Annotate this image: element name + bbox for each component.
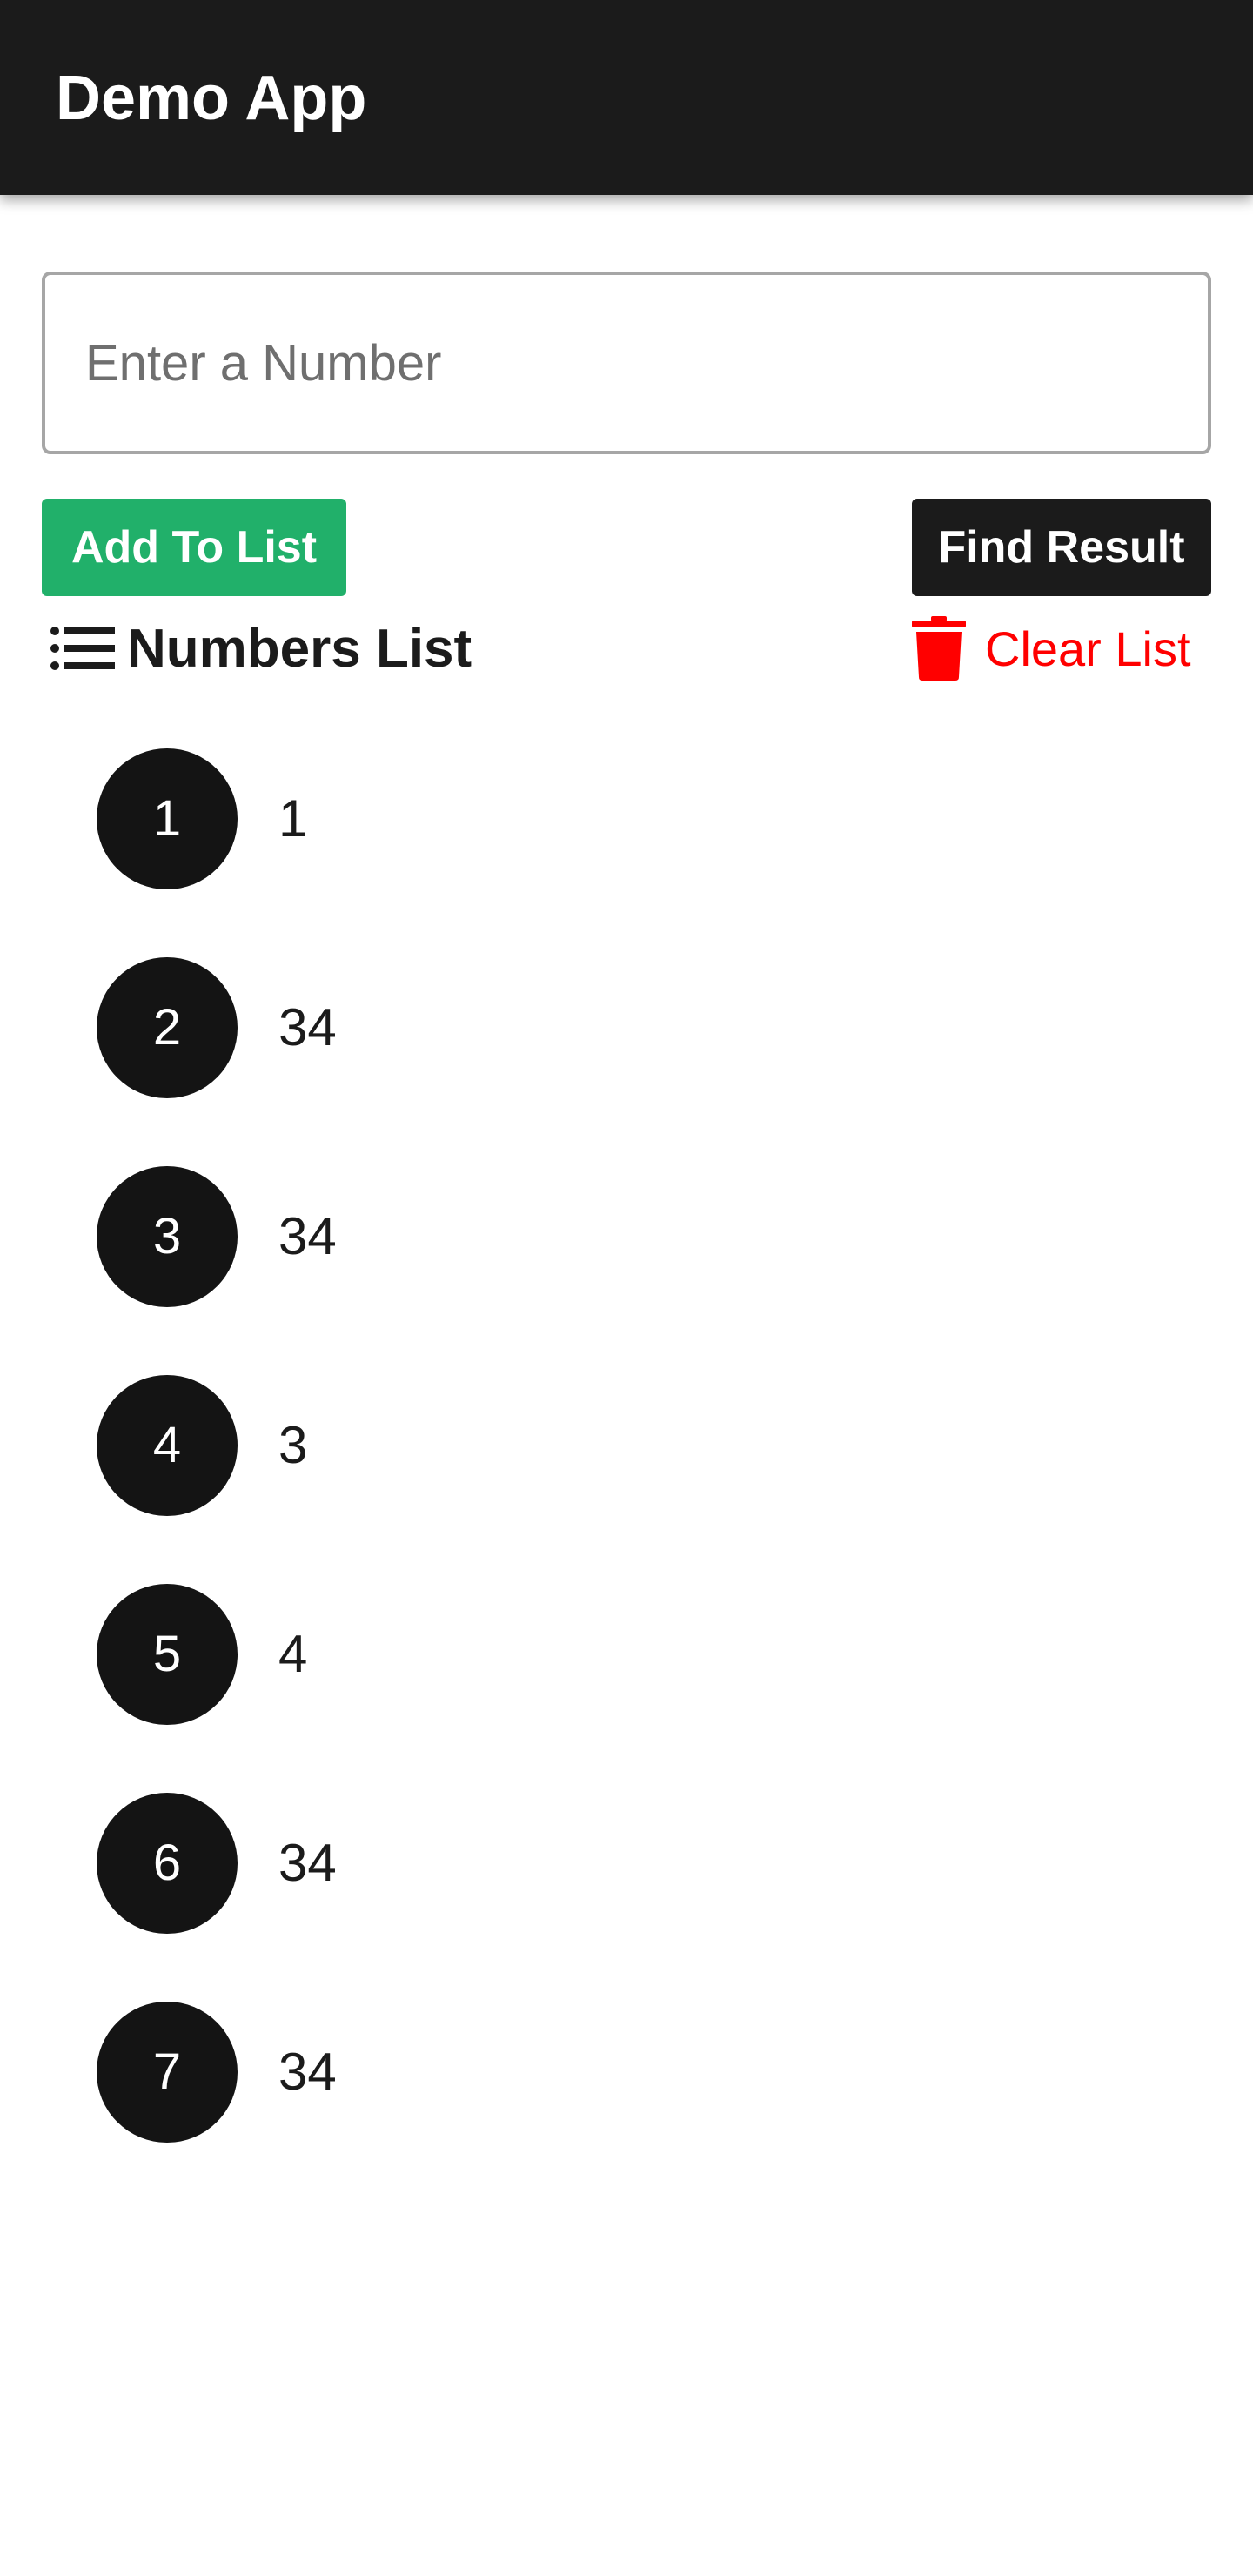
list-item: 7 34 — [0, 2002, 1253, 2210]
find-result-button[interactable]: Find Result — [912, 499, 1211, 596]
number-input[interactable] — [42, 272, 1211, 454]
numbers-list-header: Numbers List — [50, 609, 472, 688]
clear-list-button[interactable]: Clear List — [912, 609, 1191, 688]
list-item: 6 34 — [0, 1793, 1253, 2002]
list-item: 4 3 — [0, 1375, 1253, 1584]
list-item-value: 34 — [278, 1834, 337, 1892]
app-title: Demo App — [56, 64, 367, 133]
index-badge: 2 — [97, 957, 238, 1098]
list-item-value: 34 — [278, 1207, 337, 1265]
index-badge: 4 — [97, 1375, 238, 1516]
add-to-list-button[interactable]: Add To List — [42, 499, 346, 596]
list-item: 1 1 — [0, 748, 1253, 957]
clear-list-label: Clear List — [985, 621, 1191, 676]
index-badge: 3 — [97, 1166, 238, 1307]
app-bar: Demo App — [0, 0, 1253, 195]
trash-icon — [912, 616, 966, 681]
list-item-value: 3 — [278, 1416, 308, 1474]
index-badge: 1 — [97, 748, 238, 889]
list-icon — [50, 627, 115, 670]
index-badge: 5 — [97, 1584, 238, 1725]
list-item: 2 34 — [0, 957, 1253, 1166]
index-badge: 7 — [97, 2002, 238, 2143]
index-badge: 6 — [97, 1793, 238, 1934]
list-item: 3 34 — [0, 1166, 1253, 1375]
list-item-value: 4 — [278, 1625, 308, 1683]
numbers-list-title: Numbers List — [127, 618, 472, 679]
list-item-value: 1 — [278, 789, 308, 848]
list-item: 5 4 — [0, 1584, 1253, 1793]
numbers-list: 1 1 2 34 3 34 4 3 5 4 6 34 7 34 — [0, 748, 1253, 2210]
list-item-value: 34 — [278, 998, 337, 1057]
list-item-value: 34 — [278, 2043, 337, 2101]
